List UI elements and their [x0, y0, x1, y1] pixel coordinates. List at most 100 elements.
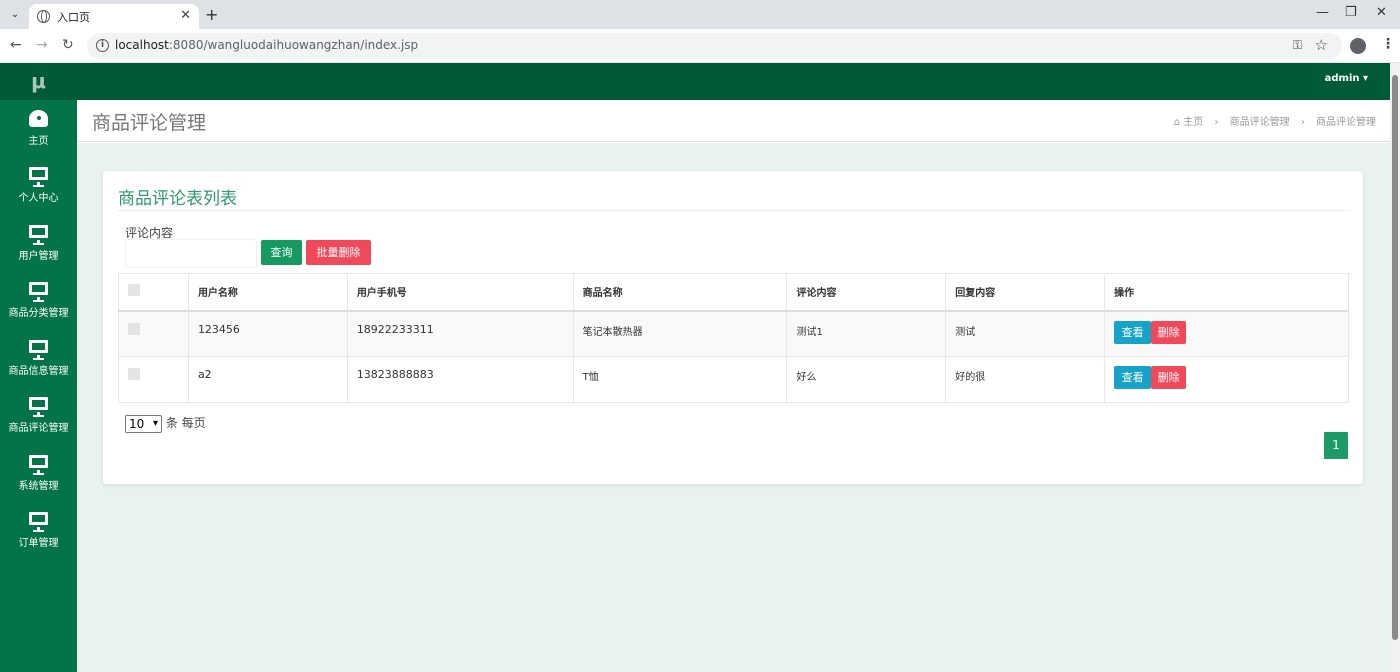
sidebar-item-label: 用户管理 [18, 251, 59, 262]
sidebar-item-label: 订单管理 [18, 538, 59, 549]
bookmark-star-icon[interactable]: ☆ [1315, 36, 1328, 54]
key-icon[interactable]: ⚿ [1293, 38, 1302, 53]
page-size-select[interactable]: 10 [125, 414, 162, 433]
monitor-icon [28, 166, 49, 187]
browser-menu-icon[interactable]: ⋮ [1381, 36, 1395, 52]
new-tab-plus-icon[interactable]: + [205, 5, 218, 24]
column-header: 操作 [1104, 273, 1349, 312]
sidebar-item-label: 商品分类管理 [8, 308, 69, 319]
table-row: a2 13823888883 T恤 好么 好的很 查看 删除 [118, 356, 1349, 403]
comment-search-input[interactable] [125, 239, 257, 268]
cell-actions: 查看 删除 [1104, 310, 1349, 357]
breadcrumb-section[interactable]: 商品评论管理 [1230, 117, 1290, 128]
cell-actions: 查看 删除 [1104, 356, 1349, 403]
address-bar[interactable]: i localhost:8080/wangluodaihuowangzhan/i… [87, 33, 1342, 59]
divider [118, 210, 1350, 211]
select-all-checkbox-cell [118, 273, 189, 312]
reload-icon[interactable]: ↻ [62, 37, 74, 53]
browser-tabstrip: ⌄ 入口页 ✕ + — ❐ ✕ [0, 0, 1400, 29]
query-button[interactable]: 查询 [261, 240, 302, 265]
sidebar-item-system[interactable]: 系统管理 [0, 454, 77, 510]
review-table: 用户名称 用户手机号 商品名称 评论内容 回复内容 操作 123456 1892… [118, 273, 1349, 403]
delete-button[interactable]: 删除 [1151, 320, 1187, 344]
sidebar-item-category[interactable]: 商品分类管理 [0, 281, 77, 337]
cell-phone: 13823888883 [346, 356, 574, 403]
monitor-icon [28, 224, 49, 245]
sidebar-item-users[interactable]: 用户管理 [0, 224, 77, 280]
home-icon: ⌂ [1173, 117, 1181, 128]
browser-tab[interactable]: 入口页 ✕ [29, 4, 199, 29]
window-close-icon[interactable]: ✕ [1376, 5, 1387, 20]
row-checkbox-cell [118, 310, 189, 357]
breadcrumb-home[interactable]: 主页 [1183, 117, 1203, 128]
page-size-control: 10 条 每页 [125, 414, 206, 433]
batch-delete-button[interactable]: 批量删除 [306, 240, 371, 265]
site-info-icon[interactable]: i [96, 39, 109, 52]
monitor-icon [28, 339, 49, 360]
forward-arrow-icon[interactable]: → [36, 37, 48, 53]
sidebar-item-label: 商品信息管理 [8, 366, 69, 377]
sidebar-item-home[interactable]: 主页 [0, 109, 77, 165]
minimize-icon[interactable]: — [1316, 5, 1329, 20]
column-header: 用户名称 [187, 273, 348, 312]
column-header: 评论内容 [786, 273, 947, 312]
browser-toolbar: ← → ↻ i localhost:8080/wangluodaihuowang… [0, 29, 1400, 63]
logo: μ [0, 63, 77, 100]
url-text: localhost:8080/wangluodaihuowangzhan/ind… [115, 38, 418, 52]
url-host: localhost [115, 38, 169, 52]
view-button[interactable]: 查看 [1114, 366, 1152, 389]
globe-icon [37, 10, 50, 23]
sidebar-item-label: 商品评论管理 [8, 423, 69, 434]
row-checkbox[interactable] [128, 322, 140, 335]
restore-icon[interactable]: ❐ [1345, 5, 1357, 20]
tab-search-chevron-icon[interactable]: ⌄ [6, 6, 24, 24]
cell-username: 123456 [187, 310, 348, 357]
review-list-card: 商品评论表列表 评论内容 查询 批量删除 用户名称 用户手机号 商品名称 评论内… [103, 171, 1363, 484]
breadcrumb-current: 商品评论管理 [1316, 117, 1376, 128]
main-content: 商品评论表列表 评论内容 查询 批量删除 用户名称 用户手机号 商品名称 评论内… [77, 143, 1390, 672]
delete-button[interactable]: 删除 [1151, 366, 1187, 389]
sidebar-item-products[interactable]: 商品信息管理 [0, 339, 77, 395]
monitor-icon [28, 281, 49, 302]
page-scrollbar[interactable] [1390, 63, 1400, 672]
row-checkbox[interactable] [128, 368, 140, 380]
cell-comment: 好么 [786, 356, 947, 403]
sidebar-item-reviews[interactable]: 商品评论管理 [0, 396, 77, 452]
close-icon[interactable]: ✕ [180, 8, 191, 23]
column-header: 商品名称 [572, 273, 788, 312]
cell-username: a2 [187, 356, 348, 403]
user-menu[interactable]: admin ▾ [1325, 73, 1368, 84]
cell-product: 笔记本散热器 [572, 310, 788, 357]
cell-reply: 测试 [945, 310, 1106, 357]
top-navbar: admin ▾ [77, 63, 1390, 100]
column-header: 回复内容 [945, 273, 1106, 312]
cell-phone: 18922233311 [346, 310, 574, 357]
profile-avatar-icon[interactable] [1350, 38, 1366, 54]
monitor-icon [28, 454, 49, 475]
sidebar: μ 主页 个人中心 用户管理 商品分类管理 商品信息管理 商品评论管理 系统管理… [0, 63, 77, 672]
row-checkbox-cell [118, 356, 189, 403]
sidebar-item-label: 个人中心 [18, 193, 59, 204]
tab-title: 入口页 [57, 11, 90, 24]
page-button-current[interactable]: 1 [1324, 432, 1348, 459]
scrollbar-thumb[interactable] [1392, 75, 1398, 640]
url-path: :8080/wangluodaihuowangzhan/index.jsp [168, 38, 419, 52]
cell-product: T恤 [572, 356, 788, 403]
sidebar-item-orders[interactable]: 订单管理 [0, 511, 77, 567]
page-size-suffix: 条 每页 [165, 416, 206, 430]
breadcrumb: ⌂ 主页 › 商品评论管理 › 商品评论管理 [1174, 113, 1376, 128]
page-title: 商品评论管理 [92, 112, 207, 134]
page-header: 商品评论管理 ⌂ 主页 › 商品评论管理 › 商品评论管理 [77, 100, 1390, 142]
monitor-icon [28, 396, 49, 417]
table-header-row: 用户名称 用户手机号 商品名称 评论内容 回复内容 操作 [118, 273, 1349, 312]
back-arrow-icon[interactable]: ← [10, 37, 22, 53]
sidebar-item-label: 主页 [28, 136, 49, 147]
sidebar-item-label: 系统管理 [18, 481, 59, 492]
select-all-checkbox[interactable] [128, 284, 140, 297]
sidebar-item-profile[interactable]: 个人中心 [0, 166, 77, 222]
column-header: 用户手机号 [346, 273, 574, 312]
card-title: 商品评论表列表 [118, 189, 237, 209]
table-row: 123456 18922233311 笔记本散热器 测试1 测试 查看 删除 [118, 310, 1349, 357]
breadcrumb-separator: › [1214, 117, 1219, 128]
view-button[interactable]: 查看 [1114, 320, 1152, 344]
